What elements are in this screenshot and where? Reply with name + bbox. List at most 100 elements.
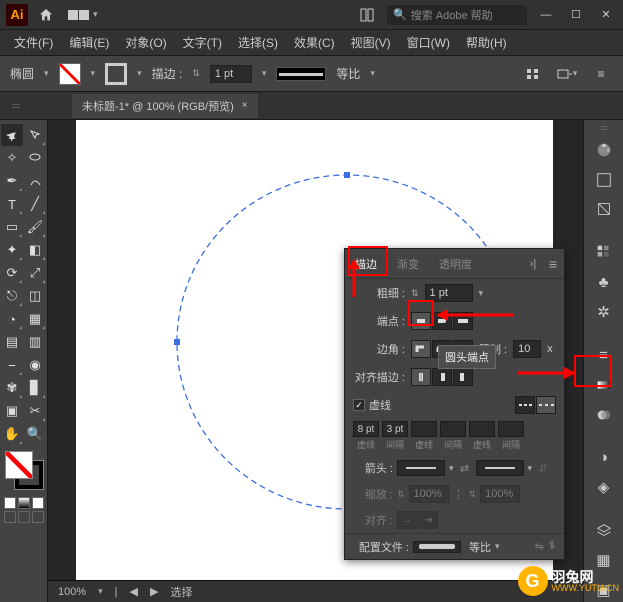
- width-tool[interactable]: ⎋: [1, 285, 23, 307]
- libraries-panel-icon[interactable]: [589, 198, 619, 222]
- transparency-panel-icon[interactable]: [589, 403, 619, 427]
- eraser-tool[interactable]: ◧: [24, 239, 46, 261]
- line-tool[interactable]: ╱: [24, 193, 46, 215]
- dash-preserve[interactable]: [515, 396, 535, 414]
- menu-edit[interactable]: 编辑(E): [63, 32, 115, 53]
- menu-object[interactable]: 对象(O): [119, 32, 172, 53]
- eyedropper-tool[interactable]: ⎯: [1, 354, 23, 376]
- stroke-swatch[interactable]: [105, 63, 127, 85]
- menu-select[interactable]: 选择(S): [232, 32, 284, 53]
- minimize-button[interactable]: —: [535, 5, 557, 25]
- dock-grip[interactable]: [599, 126, 609, 130]
- shape-builder-tool[interactable]: ◔: [1, 308, 23, 330]
- stroke-stepper-icon[interactable]: ⇅: [192, 68, 200, 79]
- menu-type[interactable]: 文字(T): [177, 32, 228, 53]
- align-center[interactable]: [411, 368, 431, 386]
- transform-icon[interactable]: ▾: [555, 62, 579, 86]
- swap-arrows-icon[interactable]: ⇄: [458, 462, 472, 475]
- panel-menu-icon[interactable]: ≡: [542, 256, 564, 272]
- artboard-tool[interactable]: ▣: [1, 400, 23, 422]
- align-icon[interactable]: [521, 62, 545, 86]
- close-button[interactable]: ✕: [595, 5, 617, 25]
- panel-collapse-icon[interactable]: ›|: [524, 258, 542, 270]
- maximize-button[interactable]: ☐: [565, 5, 587, 25]
- layers-panel-icon[interactable]: [589, 519, 619, 543]
- dash-align-corners[interactable]: [536, 396, 556, 414]
- menu-window[interactable]: 窗口(W): [401, 32, 456, 53]
- brush-profile[interactable]: [276, 67, 326, 81]
- fill-stroke-swatches[interactable]: [5, 451, 43, 493]
- curvature-tool[interactable]: [24, 170, 46, 192]
- cap-projecting[interactable]: [453, 312, 473, 330]
- limit-input[interactable]: 10: [513, 340, 541, 358]
- pen-tool[interactable]: ✒: [1, 170, 23, 192]
- weight-dd[interactable]: ▾: [479, 288, 484, 299]
- free-transform-tool[interactable]: ◫: [24, 285, 46, 307]
- dash-3[interactable]: [469, 421, 495, 437]
- draw-behind[interactable]: [18, 511, 30, 523]
- shape-dd-icon[interactable]: ▾: [44, 68, 49, 79]
- slice-tool[interactable]: ✂: [24, 400, 46, 422]
- fill-dd-icon[interactable]: ▾: [91, 68, 96, 79]
- align-inside[interactable]: [432, 368, 452, 386]
- align-outside[interactable]: [453, 368, 473, 386]
- dash-1[interactable]: 8 pt: [353, 421, 379, 437]
- search-input[interactable]: 🔍 搜索 Adobe 帮助: [387, 5, 527, 25]
- menu-view[interactable]: 视图(V): [345, 32, 397, 53]
- magic-wand-tool[interactable]: ✧: [1, 147, 23, 169]
- zoom-tool[interactable]: 🔍: [24, 423, 46, 445]
- mesh-tool[interactable]: ▤: [1, 331, 23, 353]
- corner-miter[interactable]: [411, 340, 431, 358]
- stroke-dd-icon[interactable]: ▾: [137, 68, 142, 79]
- perspective-tool[interactable]: ▦: [24, 308, 46, 330]
- nav-next[interactable]: ▶: [150, 585, 158, 598]
- arrange-docs-icon[interactable]: [355, 3, 379, 27]
- lasso-tool[interactable]: [24, 147, 46, 169]
- graph-tool[interactable]: ▊: [24, 377, 46, 399]
- draw-inside[interactable]: [32, 511, 44, 523]
- menu-help[interactable]: 帮助(H): [460, 32, 513, 53]
- dashed-checkbox[interactable]: ✓: [353, 399, 365, 411]
- zoom-level[interactable]: 100%: [58, 586, 86, 598]
- stroke-weight-input[interactable]: 1 pt: [210, 65, 252, 83]
- stroke-panel-icon[interactable]: ≡: [589, 343, 619, 367]
- type-tool[interactable]: T: [1, 193, 23, 215]
- direct-selection-tool[interactable]: [24, 124, 46, 146]
- graphic-styles-icon[interactable]: ◈: [589, 476, 619, 500]
- dash-2[interactable]: [411, 421, 437, 437]
- weight-input[interactable]: 1 pt: [425, 284, 473, 302]
- symbols-panel-icon[interactable]: ✲: [589, 300, 619, 324]
- symbol-sprayer-tool[interactable]: ✾: [1, 377, 23, 399]
- brushes-panel-icon[interactable]: ♣: [589, 270, 619, 294]
- color-panel-icon[interactable]: [589, 138, 619, 162]
- close-tab-icon[interactable]: ×: [242, 100, 248, 111]
- rectangle-tool[interactable]: ▭: [1, 216, 23, 238]
- scale-tool[interactable]: ⤢: [24, 262, 46, 284]
- workspace-switcher[interactable]: ▾: [68, 9, 98, 20]
- fill-swatch[interactable]: [59, 63, 81, 85]
- blend-tool[interactable]: ◉: [24, 354, 46, 376]
- gap-1[interactable]: 3 pt: [382, 421, 408, 437]
- tab-opacity[interactable]: 透明度: [429, 249, 482, 278]
- shaper-tool[interactable]: ✦: [1, 239, 23, 261]
- profile-preview[interactable]: [413, 541, 461, 553]
- paintbrush-tool[interactable]: 🖌: [24, 216, 46, 238]
- color-mode-none[interactable]: [32, 497, 44, 509]
- color-mode-gradient[interactable]: [18, 497, 30, 509]
- menu-effect[interactable]: 效果(C): [288, 32, 341, 53]
- selection-tool[interactable]: ▴➤: [1, 124, 23, 146]
- gap-3[interactable]: [498, 421, 524, 437]
- home-icon[interactable]: [36, 5, 56, 25]
- fill-color[interactable]: [5, 451, 33, 479]
- arrow-end[interactable]: [476, 460, 524, 476]
- hand-tool[interactable]: ✋: [1, 423, 23, 445]
- cap-butt[interactable]: [411, 312, 431, 330]
- arrow-start[interactable]: [397, 460, 445, 476]
- appearance-panel-icon[interactable]: ◑: [589, 446, 619, 470]
- document-tab[interactable]: 未标题-1* @ 100% (RGB/预览) ×: [72, 94, 258, 118]
- profile-dd-icon[interactable]: ▾: [495, 541, 500, 552]
- properties-panel-icon[interactable]: [589, 168, 619, 192]
- rotate-tool[interactable]: ⟳: [1, 262, 23, 284]
- panel-menu-icon[interactable]: ≡: [589, 62, 613, 86]
- zoom-dd[interactable]: ▾: [98, 586, 103, 597]
